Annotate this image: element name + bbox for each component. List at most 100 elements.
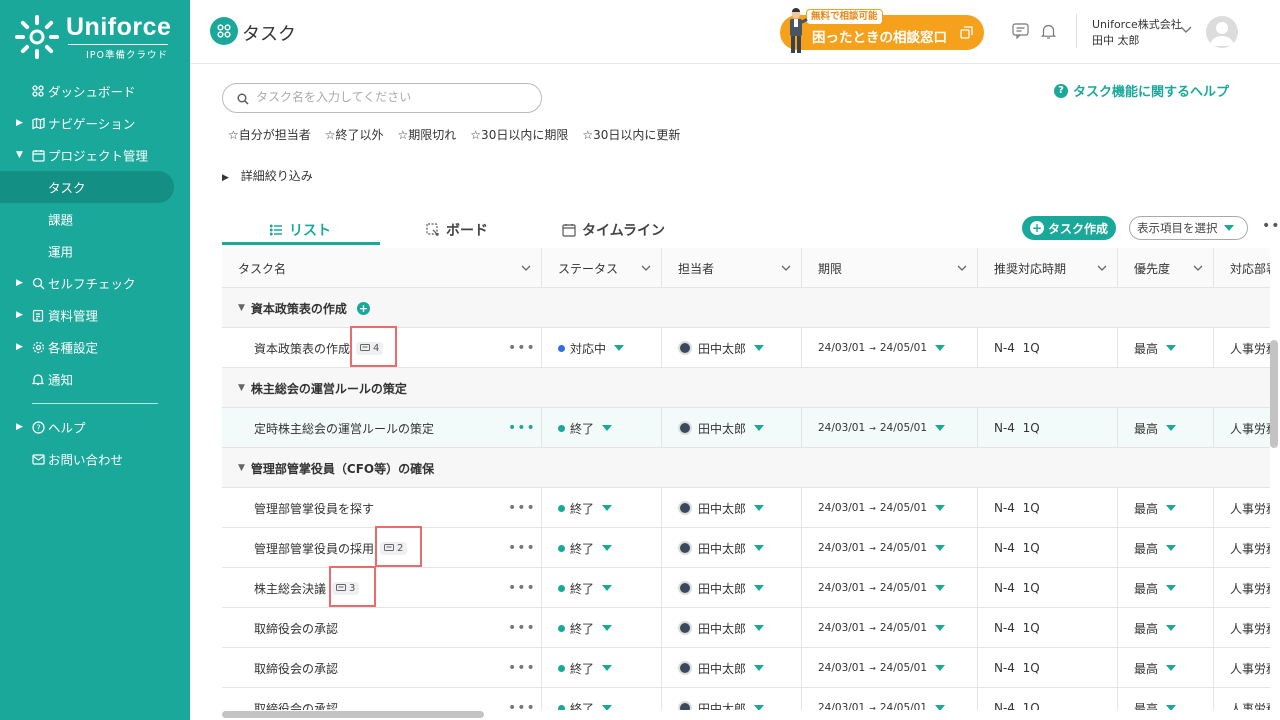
sidebar-item-project[interactable]: ▼ プロジェクト管理 bbox=[0, 139, 190, 171]
assignee-cell[interactable]: 田中太郎 bbox=[662, 528, 802, 568]
column-header-due[interactable]: 期限 bbox=[802, 248, 978, 288]
assignee-cell[interactable]: 田中太郎 bbox=[662, 688, 802, 710]
assignee-cell[interactable]: 田中太郎 bbox=[662, 408, 802, 448]
assignee-cell[interactable]: 田中太郎 bbox=[662, 568, 802, 608]
group-row[interactable]: ▼ 株主総会の運営ルールの策定 bbox=[222, 368, 1270, 408]
column-select-dropdown[interactable]: 表示項目を選択 bbox=[1129, 216, 1248, 240]
brand-logo[interactable]: Uniforce IPO準備クラウド bbox=[14, 13, 184, 64]
status-cell[interactable]: 終了 bbox=[542, 568, 662, 608]
status-cell[interactable]: 終了 bbox=[542, 608, 662, 648]
task-name-cell[interactable]: 株主総会決議 3 ••• bbox=[222, 568, 542, 608]
filter-overdue[interactable]: ☆期限切れ bbox=[398, 126, 457, 143]
priority-cell[interactable]: 最高 bbox=[1118, 528, 1214, 568]
sidebar-item-issues[interactable]: 課題 bbox=[0, 203, 190, 235]
add-task-icon[interactable]: + bbox=[356, 301, 370, 315]
due-cell[interactable]: 24/03/01 → 24/05/01 bbox=[802, 688, 978, 710]
row-menu-icon[interactable]: ••• bbox=[508, 420, 536, 436]
filter-mine[interactable]: ☆自分が担当者 bbox=[228, 126, 311, 143]
priority-cell[interactable]: 最高 bbox=[1118, 648, 1214, 688]
filter-due-30days[interactable]: ☆30日以内に期限 bbox=[470, 126, 568, 143]
column-header-status[interactable]: ステータス bbox=[542, 248, 662, 288]
comment-icon[interactable] bbox=[1012, 23, 1029, 39]
group-row[interactable]: ▼ 資本政策表の作成 + bbox=[222, 288, 1270, 328]
detail-filter-toggle[interactable]: ▶ 詳細絞り込み bbox=[222, 167, 313, 184]
consult-button[interactable]: 無料で相談可能 困ったときの相談窓口 bbox=[780, 9, 984, 50]
status-cell[interactable]: 終了 bbox=[542, 488, 662, 528]
row-menu-icon[interactable]: ••• bbox=[508, 620, 536, 636]
more-options-icon[interactable]: ••• bbox=[1262, 218, 1280, 234]
sidebar-item-tasks[interactable]: タスク bbox=[0, 171, 174, 203]
table-row[interactable]: 株主総会決議 3 ••• 終了 田中太郎 24/03/01 → 24/05/01 N… bbox=[222, 568, 1270, 608]
help-link[interactable]: ? タスク機能に関するヘルプ bbox=[1054, 81, 1229, 100]
row-menu-icon[interactable]: ••• bbox=[508, 540, 536, 556]
sidebar-item-notifications[interactable]: 通知 bbox=[0, 363, 190, 395]
task-name-cell[interactable]: 定時株主総会の運営ルールの策定 ••• bbox=[222, 408, 542, 448]
sidebar-item-contact[interactable]: お問い合わせ bbox=[0, 443, 190, 475]
column-header-priority[interactable]: 優先度 bbox=[1118, 248, 1214, 288]
due-cell[interactable]: 24/03/01 → 24/05/01 bbox=[802, 528, 978, 568]
table-row[interactable]: 取締役会の承認 ••• 終了 田中太郎 24/03/01 → 24/05/01 N-… bbox=[222, 688, 1270, 710]
priority-cell[interactable]: 最高 bbox=[1118, 568, 1214, 608]
sidebar-item-help[interactable]: ▶ ? ヘルプ bbox=[0, 411, 190, 443]
priority-cell[interactable]: 最高 bbox=[1118, 688, 1214, 710]
priority-cell[interactable]: 最高 bbox=[1118, 408, 1214, 448]
horizontal-scrollbar[interactable] bbox=[222, 711, 484, 718]
row-menu-icon[interactable]: ••• bbox=[508, 660, 536, 676]
assignee-cell[interactable]: 田中太郎 bbox=[662, 328, 802, 368]
assignee-cell[interactable]: 田中太郎 bbox=[662, 488, 802, 528]
assignee-cell[interactable]: 田中太郎 bbox=[662, 608, 802, 648]
row-menu-icon[interactable]: ••• bbox=[508, 500, 536, 516]
sidebar-item-operations[interactable]: 運用 bbox=[0, 235, 190, 267]
vertical-scrollbar[interactable] bbox=[1270, 340, 1278, 448]
assignee-name: 田中太郎 bbox=[698, 661, 747, 676]
tab-board[interactable]: ボード bbox=[426, 215, 488, 245]
tab-list[interactable]: リスト bbox=[270, 215, 331, 245]
due-cell[interactable]: 24/03/01 → 24/05/01 bbox=[802, 408, 978, 448]
status-cell[interactable]: 終了 bbox=[542, 408, 662, 448]
priority-cell[interactable]: 最高 bbox=[1118, 328, 1214, 368]
task-name-cell[interactable]: 取締役会の承認 ••• bbox=[222, 688, 542, 710]
sidebar-item-selfcheck[interactable]: ▶ セルフチェック bbox=[0, 267, 190, 299]
search-box[interactable] bbox=[222, 83, 542, 113]
due-cell[interactable]: 24/03/01 → 24/05/01 bbox=[802, 488, 978, 528]
due-cell[interactable]: 24/03/01 → 24/05/01 bbox=[802, 328, 978, 368]
sidebar-item-settings[interactable]: ▶ 各種設定 bbox=[0, 331, 190, 363]
task-name-cell[interactable]: 管理部管掌役員を探す ••• bbox=[222, 488, 542, 528]
due-cell[interactable]: 24/03/01 → 24/05/01 bbox=[802, 568, 978, 608]
avatar[interactable] bbox=[1206, 16, 1238, 48]
due-cell[interactable]: 24/03/01 → 24/05/01 bbox=[802, 648, 978, 688]
column-header-task-name[interactable]: タスク名 bbox=[222, 248, 542, 288]
priority-cell[interactable]: 最高 bbox=[1118, 488, 1214, 528]
priority-cell[interactable]: 最高 bbox=[1118, 608, 1214, 648]
due-cell[interactable]: 24/03/01 → 24/05/01 bbox=[802, 608, 978, 648]
status-cell[interactable]: 終了 bbox=[542, 528, 662, 568]
task-name-cell[interactable]: 取締役会の承認 ••• bbox=[222, 608, 542, 648]
sidebar-item-documents[interactable]: ▶ 資料管理 bbox=[0, 299, 190, 331]
assignee-cell[interactable]: 田中太郎 bbox=[662, 648, 802, 688]
status-cell[interactable]: 対応中 bbox=[542, 328, 662, 368]
filter-not-finished[interactable]: ☆終了以外 bbox=[325, 126, 384, 143]
status-cell[interactable]: 終了 bbox=[542, 688, 662, 710]
group-row[interactable]: ▼ 管理部管掌役員（CFO等）の確保 bbox=[222, 448, 1270, 488]
column-header-department[interactable]: 対応部署 bbox=[1214, 248, 1270, 288]
table-row[interactable]: 管理部管掌役員を探す ••• 終了 田中太郎 24/03/01 → 24/05/01… bbox=[222, 488, 1270, 528]
table-row[interactable]: 取締役会の承認 ••• 終了 田中太郎 24/03/01 → 24/05/01 N-… bbox=[222, 608, 1270, 648]
status-cell[interactable]: 終了 bbox=[542, 648, 662, 688]
sidebar-item-dashboard[interactable]: ダッシュボード bbox=[0, 75, 190, 107]
search-input[interactable] bbox=[256, 90, 526, 104]
table-row[interactable]: 取締役会の承認 ••• 終了 田中太郎 24/03/01 → 24/05/01 N-… bbox=[222, 648, 1270, 688]
bell-icon[interactable] bbox=[1041, 23, 1056, 39]
create-task-button[interactable]: + タスク作成 bbox=[1022, 216, 1116, 240]
filter-updated-30days[interactable]: ☆30日以内に更新 bbox=[582, 126, 680, 143]
chevron-down-icon[interactable] bbox=[1180, 26, 1192, 34]
row-menu-icon[interactable]: ••• bbox=[508, 580, 536, 596]
tab-timeline[interactable]: タイムライン bbox=[562, 215, 665, 245]
table-row[interactable]: 定時株主総会の運営ルールの策定 ••• 終了 田中太郎 24/03/01 → 24/… bbox=[222, 408, 1270, 448]
sidebar-item-navigation[interactable]: ▶ ナビゲーション bbox=[0, 107, 190, 139]
column-header-assignee[interactable]: 担当者 bbox=[662, 248, 802, 288]
task-name-cell[interactable]: 取締役会の承認 ••• bbox=[222, 648, 542, 688]
user-account[interactable]: Uniforce株式会社 田中 太郎 bbox=[1092, 17, 1182, 49]
row-menu-icon[interactable]: ••• bbox=[508, 340, 536, 356]
column-header-timing[interactable]: 推奨対応時期 bbox=[978, 248, 1118, 288]
row-menu-icon[interactable]: ••• bbox=[508, 700, 536, 710]
